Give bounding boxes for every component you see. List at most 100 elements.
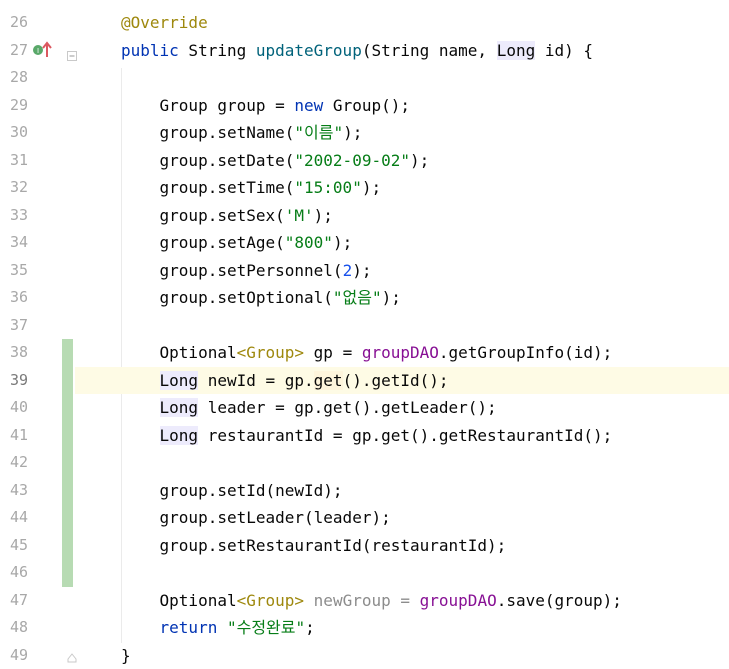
code-token: Long [497,41,536,60]
code-token: newId = gp. [198,371,314,390]
code-token: .save(group); [497,591,622,610]
code-token: "800" [285,233,333,252]
code-token: return [160,618,218,637]
code-line[interactable]: 48 return "수정완료"; [0,614,729,642]
code-token: "이름" [294,123,343,142]
code-token: ); [382,288,401,307]
line-number: 46 [0,559,28,587]
code-token: group.setAge( [121,233,285,252]
code-token: new [294,96,323,115]
code-token: group.setName( [121,123,294,142]
code-token: ); [362,178,381,197]
code-token [121,398,160,417]
code-token: Group group = [121,96,294,115]
code-token: = [391,591,420,610]
code-line[interactable]: 26 @Override [0,9,729,37]
code-token: "15:00" [294,178,361,197]
code-token: Group(); [323,96,410,115]
code-line[interactable]: 44 group.setLeader(leader); [0,504,729,532]
code-text: Group group = new Group(); [121,92,410,120]
line-number: 31 [0,147,28,175]
line-number: 26 [0,9,28,37]
code-token [217,618,227,637]
code-token: @Override [121,13,208,32]
code-token: group.setPersonnel( [121,261,343,280]
code-line[interactable]: 32 group.setTime("15:00"); [0,174,729,202]
code-token: updateGroup [256,41,362,60]
code-token: group.setTime( [121,178,294,197]
code-token: <Group> [237,343,304,362]
code-text: return "수정완료"; [121,614,315,642]
line-number: 44 [0,504,28,532]
code-text: group.setId(newId); [121,477,343,505]
code-text: group.setOptional("없음"); [121,284,401,312]
line-number: 39 [0,367,28,395]
code-text: Long newId = gp.get().getId(); [121,367,449,395]
line-number: 36 [0,284,28,312]
line-number: 34 [0,229,28,257]
code-token: ); [333,233,352,252]
code-line[interactable]: 34 group.setAge("800"); [0,229,729,257]
code-line[interactable]: 35 group.setPersonnel(2); [0,257,729,285]
code-line[interactable]: 46 [0,559,729,587]
code-token: <Group> [237,591,304,610]
line-number: 42 [0,449,28,477]
code-line[interactable]: 31 group.setDate("2002-09-02"); [0,147,729,175]
line-number: 41 [0,422,28,450]
code-line[interactable]: 37 [0,312,729,340]
code-token: ); [314,206,333,225]
code-token [121,426,160,445]
code-line[interactable]: 36 group.setOptional("없음"); [0,284,729,312]
line-number: 37 [0,312,28,340]
code-line[interactable]: 28 [0,64,729,92]
code-token: Long [160,371,199,390]
code-text: group.setTime("15:00"); [121,174,381,202]
code-token: group.setDate( [121,151,294,170]
code-line[interactable]: 47 Optional<Group> newGroup = groupDAO.s… [0,587,729,615]
code-line[interactable]: 38 Optional<Group> gp = groupDAO.getGrou… [0,339,729,367]
code-line[interactable]: 30 group.setName("이름"); [0,119,729,147]
code-line[interactable]: 39 Long newId = gp.get().getId(); [0,367,729,395]
code-token: "2002-09-02" [294,151,410,170]
code-text: Optional<Group> newGroup = groupDAO.save… [121,587,622,615]
code-token: ); [410,151,429,170]
code-token: String [179,41,256,60]
code-token: (String name, [362,41,497,60]
line-number: 33 [0,202,28,230]
code-token: ); [343,123,362,142]
code-token: "없음" [333,288,382,307]
code-text: public String updateGroup(String name, L… [121,37,593,65]
code-line[interactable]: 43 group.setId(newId); [0,477,729,505]
code-line[interactable]: 29 Group group = new Group(); [0,92,729,120]
code-line[interactable]: 49} [0,642,729,669]
code-line[interactable]: 33 group.setSex('M'); [0,202,729,230]
code-token: ; [305,618,315,637]
code-token: group.setRestaurantId(restaurantId); [121,536,506,555]
code-line[interactable]: 45 group.setRestaurantId(restaurantId); [0,532,729,560]
line-number: 47 [0,587,28,615]
code-line[interactable]: 27 public String updateGroup(String name,… [0,37,729,65]
code-text: Optional<Group> gp = groupDAO.getGroupIn… [121,339,612,367]
code-line[interactable]: 40 Long leader = gp.get().getLeader(); [0,394,729,422]
code-token: public [121,41,179,60]
line-number: 48 [0,614,28,642]
code-text: Long leader = gp.get().getLeader(); [121,394,497,422]
code-token: group.setId(newId); [121,481,343,500]
line-number: 38 [0,339,28,367]
code-token: groupDAO [420,591,497,610]
code-line[interactable]: 42 [0,449,729,477]
code-token: 2 [343,261,353,280]
code-line[interactable]: 41 Long restaurantId = gp.get().getResta… [0,422,729,450]
code-token: restaurantId = gp.get().getRestaurantId(… [198,426,612,445]
line-number: 32 [0,174,28,202]
code-text: @Override [121,9,208,37]
line-number: 40 [0,394,28,422]
line-number: 28 [0,64,28,92]
line-number: 49 [0,642,28,669]
code-token: } [121,646,131,665]
line-number: 27 [0,37,28,65]
code-token: group.setLeader(leader); [121,508,391,527]
code-token: group.setSex( [121,206,285,225]
code-token: Optional [121,591,237,610]
code-text: group.setDate("2002-09-02"); [121,147,429,175]
